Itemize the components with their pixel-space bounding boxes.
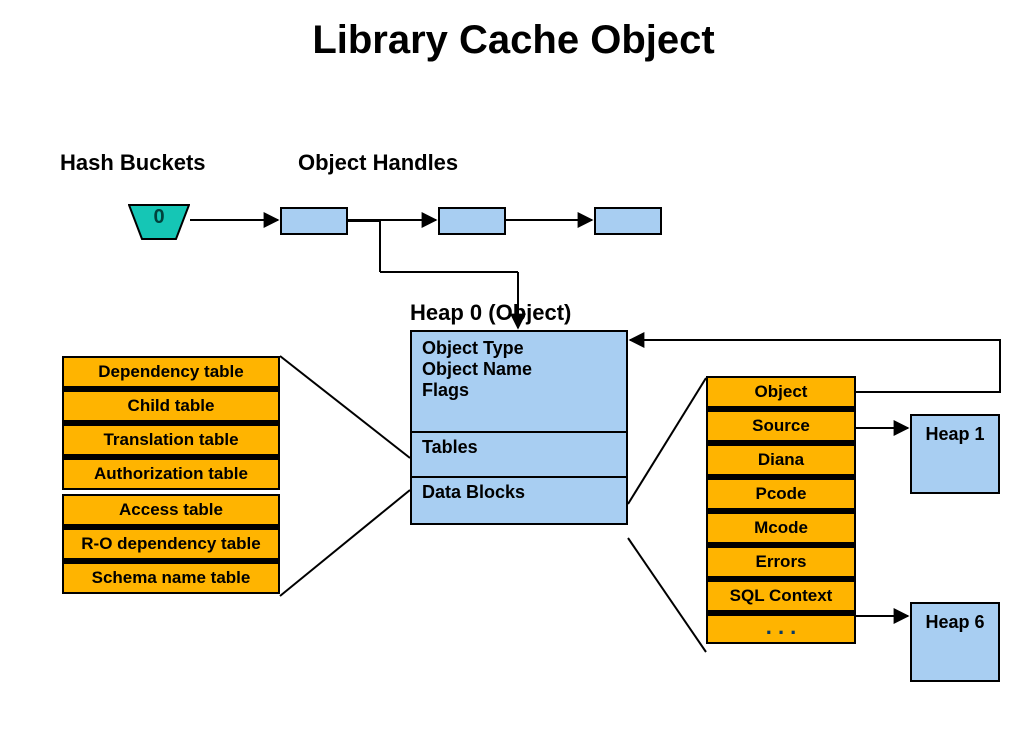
datablocks-group: Object Source Diana Pcode Mcode Errors S…: [706, 376, 856, 644]
cell-diana: Diana: [708, 443, 854, 477]
cell-mcode: Mcode: [708, 511, 854, 545]
cell-schema-name-table: Schema name table: [64, 561, 278, 592]
hash-bucket: 0: [128, 204, 190, 240]
heap0-row-object: Object Type Object Name Flags: [412, 332, 626, 433]
heap0-flags: Flags: [422, 380, 616, 401]
cell-dependency-table: Dependency table: [64, 358, 278, 389]
object-handle-2: [438, 207, 506, 235]
label-hash-buckets: Hash Buckets: [60, 150, 206, 176]
cell-ro-dependency-table: R-O dependency table: [64, 527, 278, 561]
label-object-handles: Object Handles: [298, 150, 458, 176]
heap0-row-datablocks: Data Blocks: [412, 478, 626, 523]
bucket-number: 0: [128, 206, 190, 229]
diagram-stage: Library Cache Object Hash Buckets Object…: [0, 0, 1027, 737]
heap1-box: Heap 1: [910, 414, 1000, 494]
cell-translation-table: Translation table: [64, 423, 278, 457]
object-handle-3: [594, 207, 662, 235]
object-handle-1: [280, 207, 348, 235]
cell-child-table: Child table: [64, 389, 278, 423]
cell-more: . . .: [708, 613, 854, 642]
heap0-row-tables: Tables: [412, 433, 626, 478]
heap0-box: Object Type Object Name Flags Tables Dat…: [410, 330, 628, 525]
cell-access-table: Access table: [64, 496, 278, 527]
heap0-object-name: Object Name: [422, 359, 616, 380]
cell-source: Source: [708, 409, 854, 443]
diagram-title: Library Cache Object: [0, 18, 1027, 63]
tables-group-a: Dependency table Child table Translation…: [62, 356, 280, 490]
heap0-object-type: Object Type: [422, 338, 616, 359]
tables-group-b: Access table R-O dependency table Schema…: [62, 494, 280, 594]
label-heap0: Heap 0 (Object): [410, 300, 571, 326]
cell-object: Object: [708, 378, 854, 409]
cell-pcode: Pcode: [708, 477, 854, 511]
cell-errors: Errors: [708, 545, 854, 579]
cell-sql-context: SQL Context: [708, 579, 854, 613]
heap6-box: Heap 6: [910, 602, 1000, 682]
cell-authorization-table: Authorization table: [64, 457, 278, 488]
